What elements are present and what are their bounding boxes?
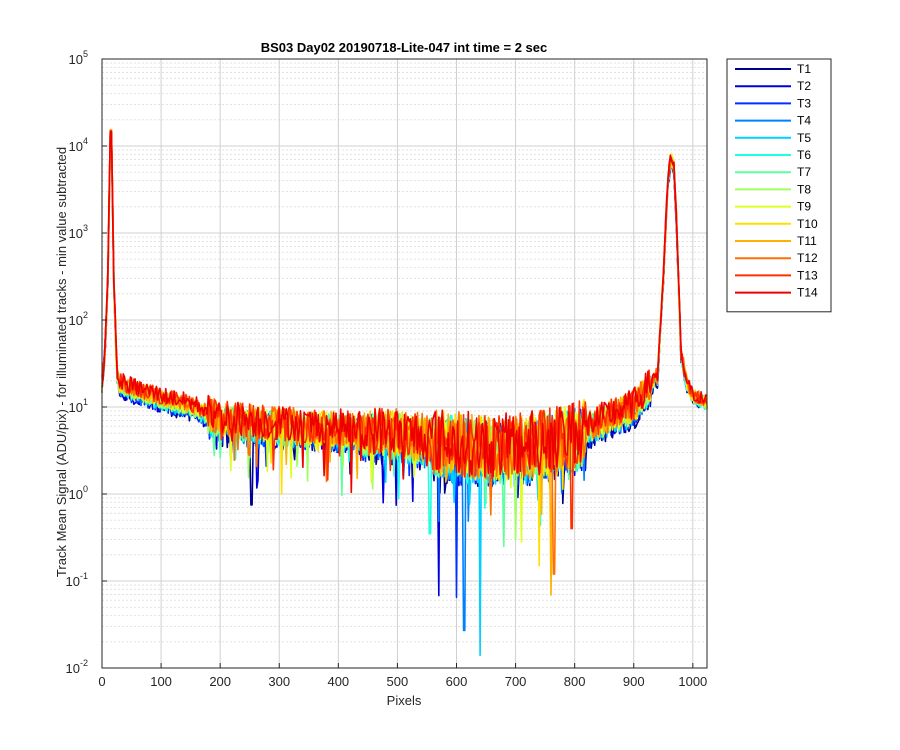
- x-tick-label: 600: [446, 674, 468, 689]
- legend-label-t7: T7: [797, 165, 811, 179]
- legend-label-t11: T11: [797, 234, 817, 248]
- x-tick-label: 900: [623, 674, 645, 689]
- legend-label-t13: T13: [797, 268, 818, 282]
- legend-label-t2: T2: [797, 79, 811, 93]
- legend-label-t9: T9: [797, 200, 811, 214]
- legend: T1 T2 T3 T4 T5 T6 T7 T8 T9 T10 T11 T12 T13 T14: [726, 58, 832, 313]
- legend-label-t3: T3: [797, 96, 811, 110]
- y-axis-label: Track Mean Signal (ADU/pix) - for illumi…: [54, 147, 69, 577]
- x-tick-label: 0: [98, 674, 105, 689]
- x-tick-label: 300: [268, 674, 290, 689]
- legend-label-t1: T1: [797, 62, 811, 76]
- chart-title: BS03 Day02 20190718-Lite-047 int time = …: [261, 40, 548, 55]
- x-tick-label: 700: [505, 674, 527, 689]
- legend-label-t12: T12: [797, 251, 818, 265]
- plot-area: [102, 59, 707, 668]
- x-tick-label: 200: [209, 674, 231, 689]
- x-tick-label: 800: [564, 674, 586, 689]
- legend-label-t14: T14: [797, 286, 818, 300]
- legend-label-t6: T6: [797, 148, 811, 162]
- legend-label-t5: T5: [797, 131, 811, 145]
- x-axis-label: Pixels: [387, 693, 422, 708]
- legend-label-t10: T10: [797, 217, 818, 231]
- x-tick-label: 1000: [678, 674, 707, 689]
- chart: BS03 Day02 20190718-Lite-047 int time = …: [0, 0, 900, 750]
- x-tick-label: 500: [387, 674, 409, 689]
- legend-label-t8: T8: [797, 182, 811, 196]
- legend-label-t4: T4: [797, 114, 811, 128]
- x-tick-label: 100: [150, 674, 172, 689]
- x-tick-label: 400: [327, 674, 349, 689]
